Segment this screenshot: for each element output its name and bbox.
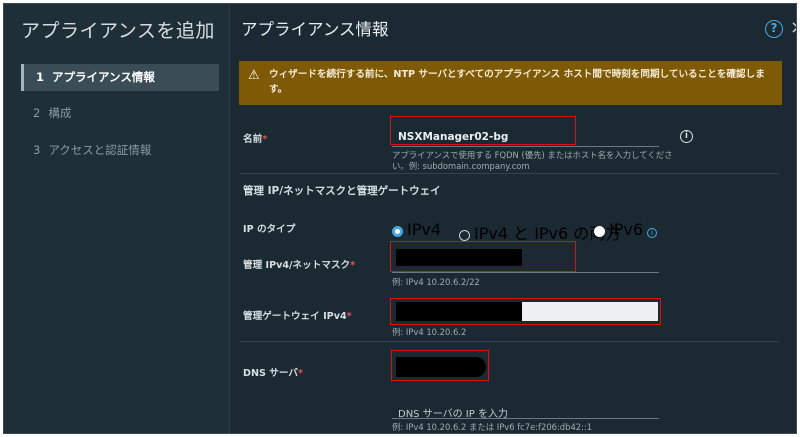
divider — [239, 341, 779, 342]
step-number: 1 — [36, 70, 45, 84]
page-title: アプライアンス情報 — [241, 20, 389, 39]
divider — [239, 173, 779, 174]
annotation-box-gateway — [390, 298, 661, 325]
mgmt-ipv4-label: 管理 IPv4/ネットマスク* — [243, 260, 356, 271]
radio-unselected-icon — [459, 230, 470, 241]
dialog: アプライアンスを追加 1 アプライアンス情報 2 構成 3 アクセスと認証情報 アプラ… — [3, 3, 797, 434]
wizard-step-appliance-info[interactable]: 1 アプライアンス情報 — [21, 64, 219, 91]
radio-selected-icon — [392, 226, 403, 237]
wizard-step-configuration[interactable]: 2 構成 — [21, 100, 219, 127]
step-label: 構成 — [48, 106, 72, 120]
warning-banner: ⚠ ウィザードを続行する前に、NTP サーバとすべてのアプライアンス ホスト間で… — [239, 61, 782, 105]
radio-ipv6[interactable]: IPv6 i — [594, 220, 658, 239]
main-panel: アプライアンス情報 ? × ⚠ ウィザードを続行する前に、NTP サーバとすべて… — [230, 4, 796, 433]
dns-input-underline — [392, 418, 659, 419]
dns-hint: 例: IPv4 10.20.6.2 または IPv6 fc7e:f206:db4… — [392, 422, 593, 432]
section-title: 管理 IP/ネットマスクと管理ゲートウェイ — [243, 185, 441, 197]
wizard-sidebar: アプライアンスを追加 1 アプライアンス情報 2 構成 3 アクセスと認証情報 — [4, 4, 230, 433]
warning-icon: ⚠ — [248, 68, 260, 83]
name-input-underline — [392, 146, 659, 147]
radio-ipv4[interactable]: IPv4 — [392, 220, 441, 239]
step-number: 3 — [33, 143, 41, 157]
info-icon[interactable]: i — [680, 130, 693, 143]
info-icon[interactable]: i — [647, 228, 658, 238]
mgmt-ipv4-hint: 例: IPv4 10.20.6.2/22 — [392, 277, 480, 287]
annotation-box-dns — [391, 350, 489, 381]
dns-label: DNS サーバ* — [243, 368, 303, 379]
radio-unselected-icon — [594, 226, 605, 237]
close-icon[interactable]: × — [790, 17, 796, 38]
step-number: 2 — [33, 106, 41, 120]
wizard-step-access-credentials[interactable]: 3 アクセスと認証情報 — [21, 137, 219, 164]
step-label: アプライアンス情報 — [52, 70, 155, 84]
name-hint: アプライアンスで使用する FQDN (優先) またはホスト名を入力してください。… — [392, 150, 673, 171]
help-icon[interactable]: ? — [765, 20, 783, 38]
step-label: アクセスと認証情報 — [48, 143, 152, 157]
wizard-title: アプライアンスを追加 — [21, 20, 215, 42]
gateway-ipv4-label: 管理ゲートウェイ IPv4* — [243, 311, 352, 322]
ip-type-label: IP のタイプ — [243, 224, 296, 235]
annotation-box-name — [390, 116, 576, 145]
warning-text: ウィザードを続行する前に、NTP サーバとすべてのアプライアンス ホスト間で時刻… — [269, 69, 765, 95]
mgmt-ipv4-underline — [392, 272, 659, 273]
gateway-ipv4-hint: 例: IPv4 10.20.6.2 — [392, 327, 467, 337]
mgmt-ipv4-input-redacted[interactable] — [396, 249, 522, 266]
name-label: 名前* — [243, 134, 268, 145]
